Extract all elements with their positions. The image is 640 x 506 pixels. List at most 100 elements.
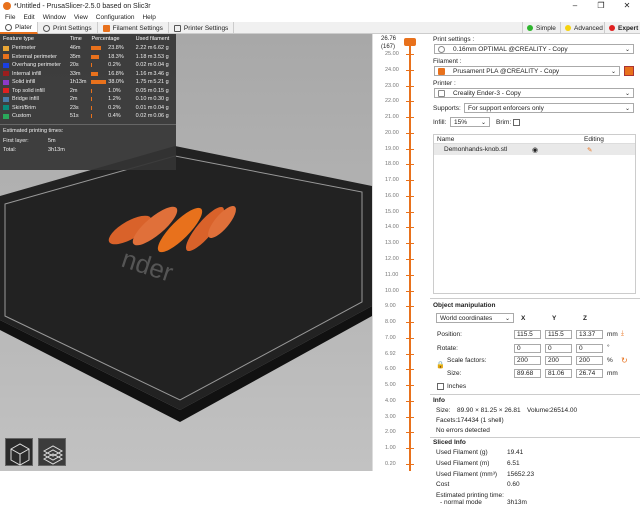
filament-edit-button[interactable] xyxy=(624,66,634,76)
preview-layers-icon[interactable] xyxy=(38,438,66,466)
mode-expert[interactable]: Expert xyxy=(604,22,640,34)
legend-row[interactable]: Overhang perimeter 20s 0.2% 0.02 m 0.04 g xyxy=(0,61,176,70)
print-settings-label: Print settings : xyxy=(433,36,475,43)
infill-combo[interactable]: 15% ⌄ xyxy=(450,117,490,127)
supports-combo[interactable]: For support enforcers only ⌄ xyxy=(464,103,634,113)
legend-swatch xyxy=(3,62,9,68)
legend-swatch xyxy=(3,79,9,85)
used-mm3-value: 15652.23 xyxy=(507,471,535,478)
size-y-input[interactable]: 81.06 xyxy=(545,369,572,378)
legend-row[interactable]: Custom 51s 0.4% 0.02 m 0.06 g xyxy=(0,112,176,121)
printer-combo[interactable]: Creality Ender-3 - Copy ⌄ xyxy=(434,88,634,98)
scale-y-input[interactable]: 200 xyxy=(545,356,572,365)
layer-slider-thumb[interactable] xyxy=(404,38,416,46)
print-bed xyxy=(0,146,372,410)
legend-swatch xyxy=(3,45,9,51)
layer-slider[interactable]: 26.76 (167) 25.00 24.00 23.00 22.00 21.00 20.… xyxy=(372,34,430,471)
supports-value: For support enforcers only xyxy=(468,104,544,112)
mode-expert-label: Expert xyxy=(618,24,639,32)
ruler-tick xyxy=(406,54,414,55)
object-name: Demonhands-knob.stl xyxy=(444,146,508,153)
drop-to-bed-icon[interactable]: ⤓ xyxy=(621,330,624,338)
legend-row[interactable]: External perimeter 35m 18.3% 1.18 m 3.53 g xyxy=(0,53,176,62)
edit-icon[interactable]: ✎ xyxy=(587,146,592,154)
window-title: *Untitled - PrusaSlicer-2.5.0 based on S… xyxy=(14,2,151,10)
coordinates-combo[interactable]: World coordinates ⌄ xyxy=(436,313,514,323)
ruler-tick-label: 7.00 xyxy=(385,334,396,341)
minimize-icon[interactable]: – xyxy=(562,0,588,12)
menu-help[interactable]: Help xyxy=(142,14,155,21)
volume-label: Volume: xyxy=(527,407,551,414)
legend-length: 1.16 m xyxy=(135,70,153,77)
legend-feature: Top solid infill xyxy=(3,88,70,94)
ruler-top-height: 26.76 xyxy=(381,36,397,42)
menu-file[interactable]: File xyxy=(5,14,15,21)
tab-filament-settings[interactable]: Filament Settings xyxy=(98,22,169,34)
legend-row[interactable]: Skirt/Brim 23s 0.2% 0.01 m 0.04 g xyxy=(0,104,176,113)
position-z-input[interactable]: 13.37 xyxy=(576,330,603,339)
rotate-z-input[interactable]: 0 xyxy=(576,344,603,353)
legend-pct: 0.2% xyxy=(108,62,121,69)
maximize-icon[interactable]: ❐ xyxy=(588,0,614,12)
legend-pct: 23.8% xyxy=(108,45,124,52)
ruler-tick xyxy=(406,180,414,182)
mode-simple[interactable]: Simple xyxy=(522,22,560,34)
ruler-tick xyxy=(406,243,414,245)
total-value: 3h13m xyxy=(48,147,65,153)
facets-label: Facets: xyxy=(436,417,458,424)
view-3d-cube-icon[interactable] xyxy=(5,438,33,466)
title-bar: *Untitled - PrusaSlicer-2.5.0 based on S… xyxy=(0,0,640,12)
legend-pct: 38.0% xyxy=(108,79,124,86)
legend-row[interactable]: Perimeter 46m 23.8% 2.22 m 6.62 g xyxy=(0,44,176,53)
legend-length: 0.05 m xyxy=(135,87,153,94)
rotate-x-input[interactable]: 0 xyxy=(514,344,541,353)
ruler-tick xyxy=(406,259,414,260)
tab-plater[interactable]: Plater xyxy=(0,22,38,34)
position-x-input[interactable]: 115.5 xyxy=(514,330,541,339)
legend-length: 1.75 m xyxy=(135,79,153,86)
legend-pct: 1.2% xyxy=(108,96,121,103)
rotate-label: Rotate: xyxy=(437,345,458,352)
size-unit: mm xyxy=(607,370,618,377)
total-row: Total: 3h13m xyxy=(0,146,176,155)
mode-advanced[interactable]: Advanced xyxy=(560,22,607,34)
legend-swatch xyxy=(3,88,9,94)
filament-value: Prusament PLA @CREALITY - Copy xyxy=(453,67,560,75)
scale-z-input[interactable]: 200 xyxy=(576,356,603,365)
menu-edit[interactable]: Edit xyxy=(23,14,34,21)
print-settings-combo[interactable]: 0.16mm OPTIMAL @CREALITY - Copy ⌄ xyxy=(434,44,634,54)
rotate-y-input[interactable]: 0 xyxy=(545,344,572,353)
close-icon[interactable]: ✕ xyxy=(614,0,640,12)
reset-scale-icon[interactable]: ↻ xyxy=(621,356,628,365)
size-x-input[interactable]: 89.68 xyxy=(514,369,541,378)
tab-print-settings[interactable]: Print Settings xyxy=(38,22,98,34)
infill-label: Infill: xyxy=(433,119,447,126)
legend-row[interactable]: Solid infill 1h13m 38.0% 1.75 m 5.21 g xyxy=(0,78,176,87)
ruler-tick-label: 14.00 xyxy=(385,224,399,231)
tab-printer-settings[interactable]: Printer Settings xyxy=(169,22,235,34)
legend-swatch xyxy=(3,96,9,102)
legend-pct-bar xyxy=(91,71,106,76)
eye-icon[interactable]: ◉ xyxy=(532,146,587,154)
object-row[interactable]: Demonhands-knob.stl ◉ ✎ xyxy=(434,144,635,155)
object-list: Name Editing Demonhands-knob.stl ◉ ✎ xyxy=(433,134,636,294)
legend-feature: Skirt/Brim xyxy=(3,105,70,111)
legend-feature: External perimeter xyxy=(3,54,70,60)
legend-length: 0.02 m xyxy=(135,62,153,69)
size-z-input[interactable]: 26.74 xyxy=(576,369,603,378)
lock-icon[interactable]: 🔒 xyxy=(436,361,445,369)
legend-row[interactable]: Top solid infill 2m 1.0% 0.05 m 0.15 g xyxy=(0,87,176,96)
inches-checkbox[interactable] xyxy=(437,383,444,390)
col-feature-type: Feature type xyxy=(3,36,34,42)
scale-x-input[interactable]: 200 xyxy=(514,356,541,365)
menu-window[interactable]: Window xyxy=(43,14,66,21)
infill-value: 15% xyxy=(454,118,468,126)
legend-row[interactable]: Bridge infill 2m 1.2% 0.10 m 0.30 g xyxy=(0,95,176,104)
legend-row[interactable]: Internal infill 33m 16.8% 1.16 m 3.46 g xyxy=(0,70,176,79)
position-y-input[interactable]: 115.5 xyxy=(545,330,572,339)
filament-combo[interactable]: Prusament PLA @CREALITY - Copy ⌄ xyxy=(434,66,620,76)
menu-view[interactable]: View xyxy=(74,14,88,21)
menu-configuration[interactable]: Configuration xyxy=(96,14,135,21)
brim-checkbox[interactable] xyxy=(513,119,520,126)
mode-expert-icon xyxy=(609,25,615,31)
